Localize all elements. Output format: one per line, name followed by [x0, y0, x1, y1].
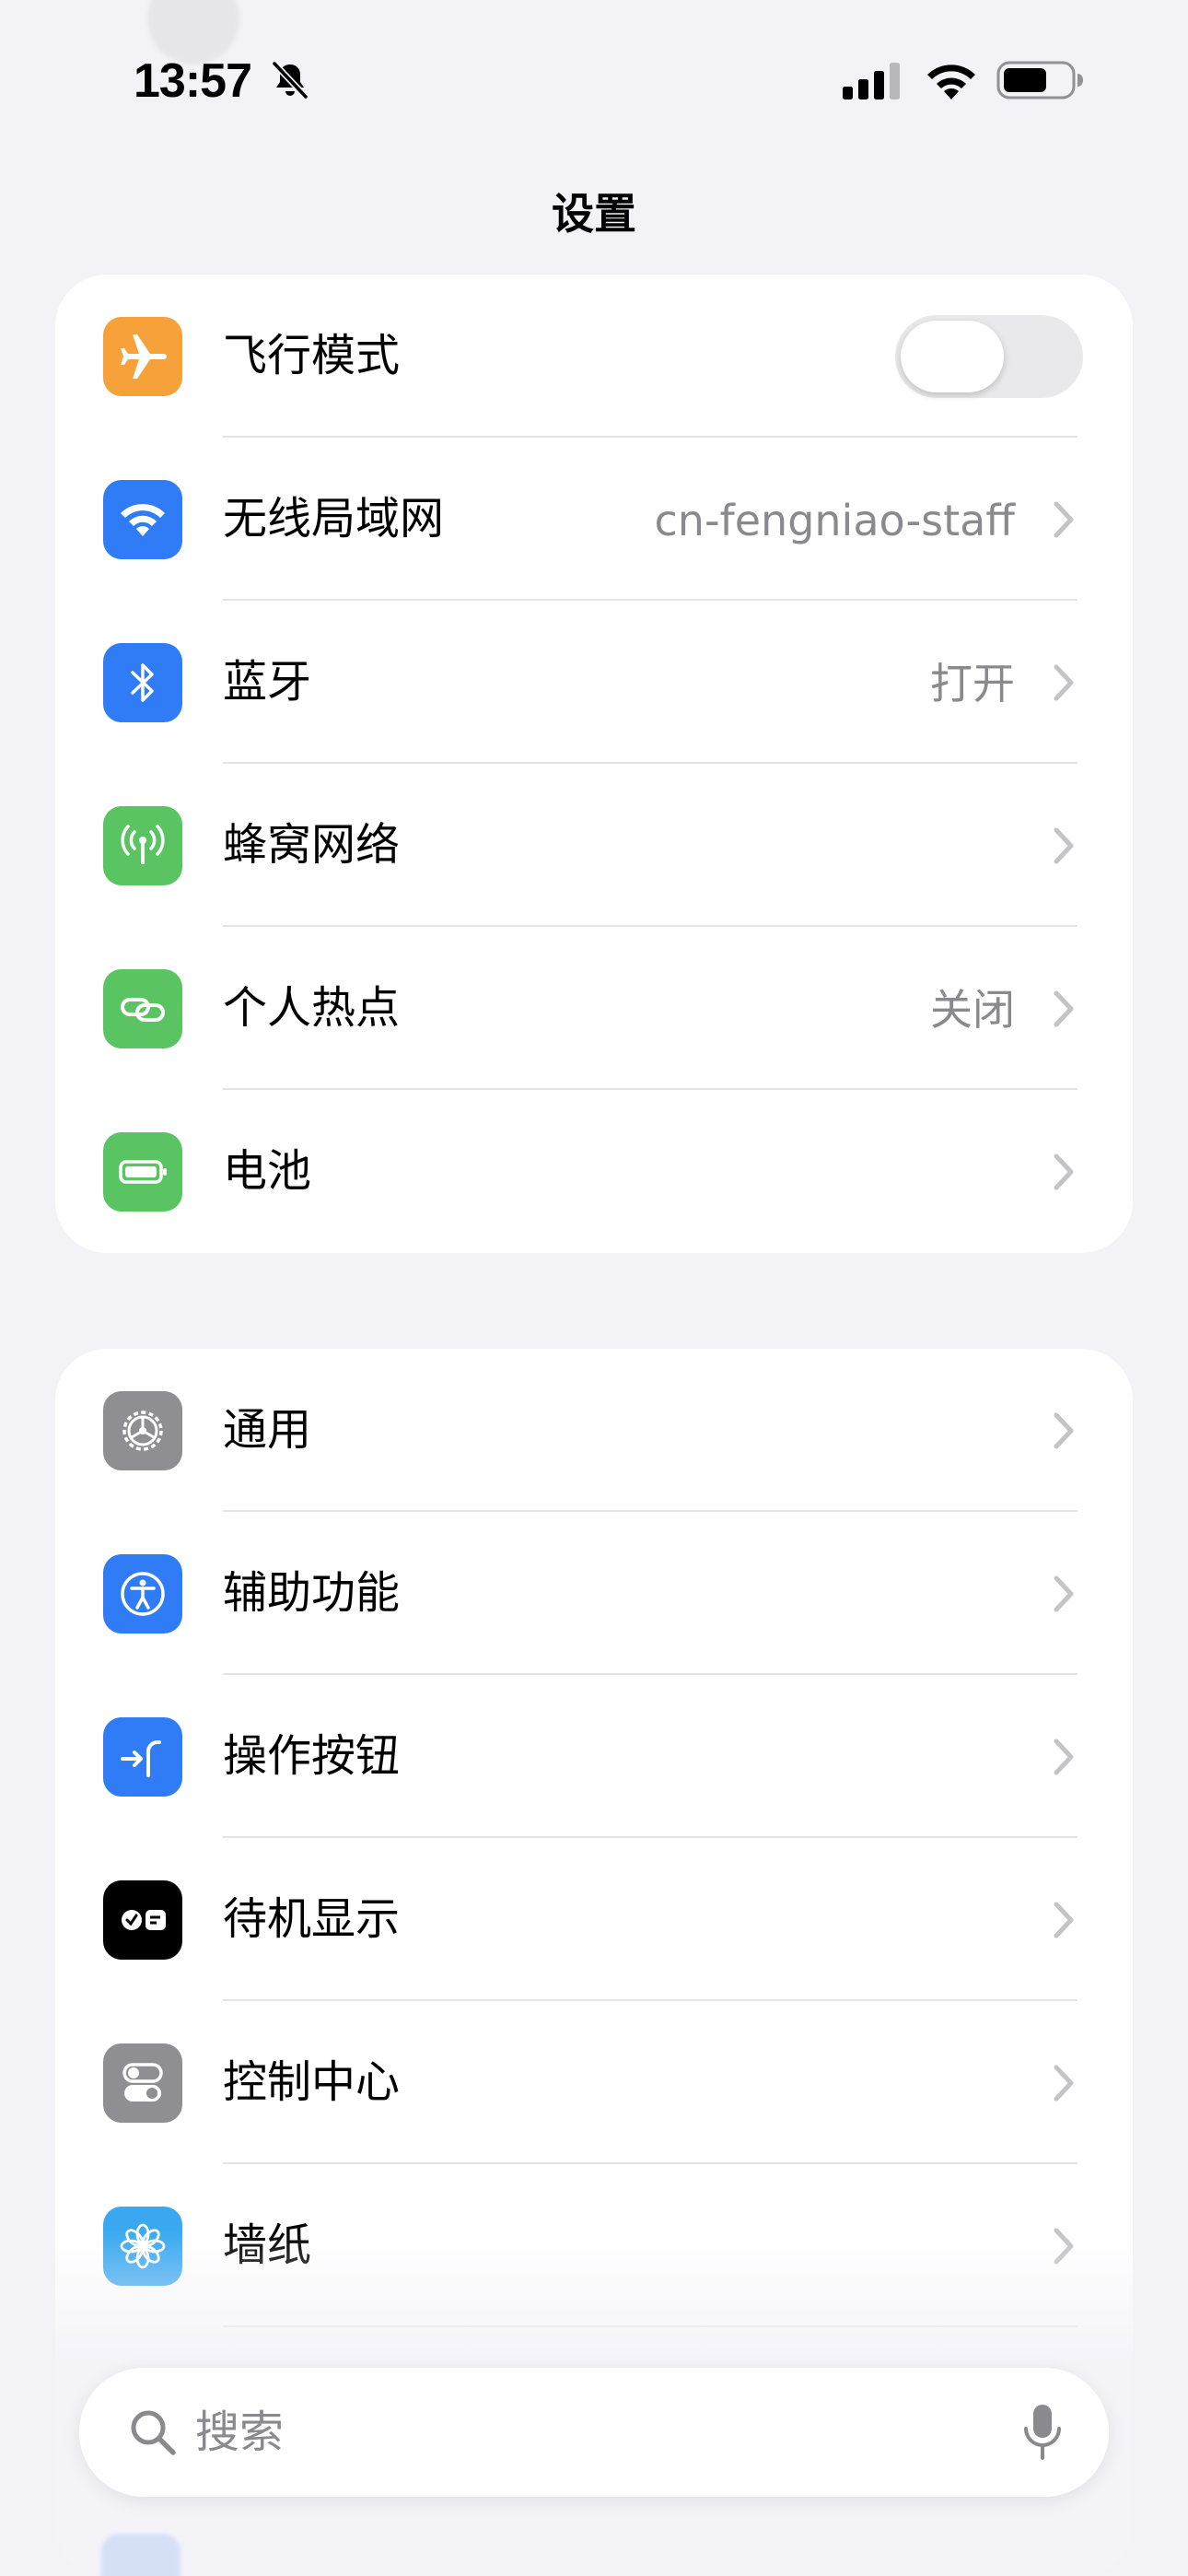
row-action-button[interactable]: 操作按钮 [55, 1675, 1133, 1838]
chevron-right-icon [1054, 2065, 1074, 2102]
toggles-icon [103, 2043, 182, 2123]
row-wifi[interactable]: 无线局域网 cn-fengniao-staff [55, 438, 1133, 601]
microphone-icon[interactable] [1022, 2403, 1063, 2462]
ghost-app-icon [101, 2534, 181, 2576]
row-accessibility[interactable]: 辅助功能 [55, 1512, 1133, 1675]
row-label: 飞行模式 [223, 330, 401, 381]
action-button-icon [103, 1717, 182, 1797]
row-label: 蜂窝网络 [223, 819, 401, 871]
chevron-right-icon [1054, 990, 1074, 1027]
row-label: 蓝牙 [223, 656, 312, 708]
scrolled-row-ghost [101, 2524, 470, 2576]
network-section: 飞行模式 无线局域网 cn-fengniao-staff 蓝牙 打开 蜂窝网络 … [55, 275, 1133, 1253]
status-bar: 13:57 [0, 0, 1188, 157]
row-airplane-mode[interactable]: 飞行模式 [55, 275, 1133, 438]
chevron-right-icon [1054, 1739, 1074, 1775]
settings-screen: 13:57 设置 飞行模式 无线局域网 cn-fengniao-staff 蓝牙… [0, 0, 1188, 2576]
row-label: 控制中心 [223, 2056, 401, 2108]
bell-off-icon [272, 61, 309, 100]
chevron-right-icon [1054, 1412, 1074, 1449]
airplane-mode-toggle[interactable] [895, 315, 1083, 398]
search-icon [131, 2410, 176, 2455]
row-label: 通用 [223, 1404, 312, 1456]
row-value: cn-fengniao-staff [654, 496, 1016, 545]
row-label: 辅助功能 [223, 1567, 401, 1619]
bluetooth-icon [103, 643, 182, 722]
accessibility-icon [103, 1554, 182, 1633]
battery-icon [103, 1132, 182, 1212]
chevron-right-icon [1054, 664, 1074, 701]
row-label: 待机显示 [223, 1893, 401, 1945]
link-icon [103, 969, 182, 1048]
row-hotspot[interactable]: 个人热点 关闭 [55, 927, 1133, 1090]
wifi-icon [103, 480, 182, 559]
status-time: 13:57 [134, 54, 252, 108]
search-input[interactable]: 搜索 [195, 2405, 284, 2460]
wifi-status-icon [927, 64, 975, 100]
row-value: 打开 [930, 659, 1015, 708]
antenna-icon [103, 806, 182, 885]
cellular-signal-icon [843, 63, 900, 100]
row-cellular[interactable]: 蜂窝网络 [55, 764, 1133, 927]
row-standby[interactable]: 待机显示 [55, 1838, 1133, 2001]
chevron-right-icon [1054, 1153, 1074, 1190]
row-battery[interactable]: 电池 [55, 1090, 1133, 1253]
row-label: 电池 [223, 1145, 312, 1197]
row-label: 无线局域网 [223, 493, 445, 544]
chevron-right-icon [1054, 501, 1074, 538]
row-bluetooth[interactable]: 蓝牙 打开 [55, 601, 1133, 764]
chevron-right-icon [1054, 1575, 1074, 1612]
row-control-center[interactable]: 控制中心 [55, 2001, 1133, 2164]
row-label: 个人热点 [223, 982, 401, 1034]
page-title: 设置 [552, 189, 636, 239]
toggle-knob [901, 321, 1004, 392]
chevron-right-icon [1054, 1902, 1074, 1938]
gear-icon [103, 1391, 182, 1470]
standby-icon [103, 1880, 182, 1960]
search-bar[interactable]: 搜索 [79, 2368, 1109, 2497]
chevron-right-icon [1054, 827, 1074, 864]
airplane-icon [103, 317, 182, 396]
battery-status-icon [996, 61, 1083, 100]
row-value: 关闭 [930, 985, 1015, 1035]
row-label: 操作按钮 [223, 1730, 401, 1782]
row-general[interactable]: 通用 [55, 1349, 1133, 1512]
